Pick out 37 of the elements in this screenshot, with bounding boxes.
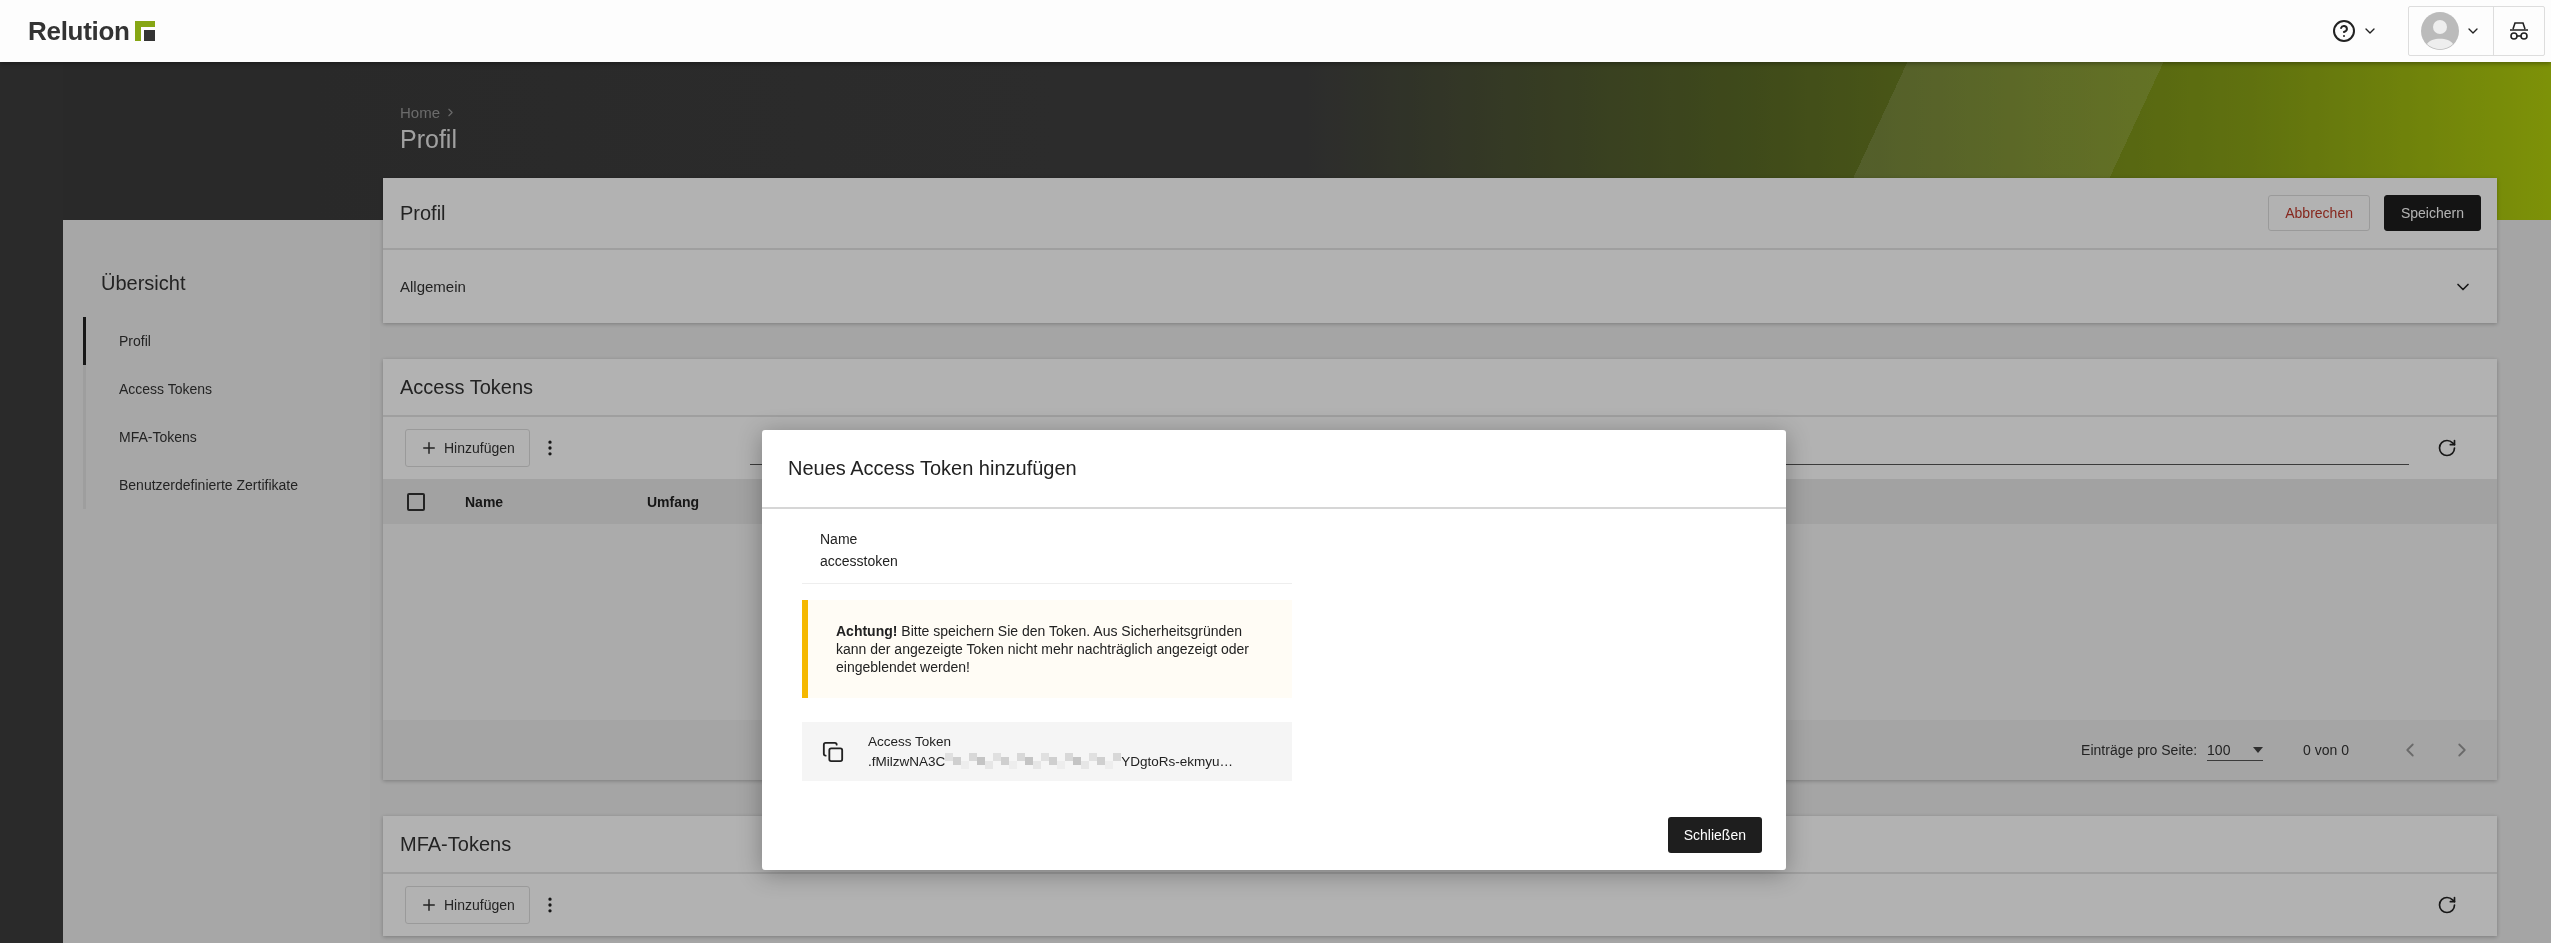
avatar-icon xyxy=(2421,12,2459,50)
logo[interactable]: Relution xyxy=(28,15,130,47)
help-icon xyxy=(2332,19,2356,43)
plus-icon xyxy=(420,439,438,457)
sidebar-title: Übersicht xyxy=(100,272,187,295)
rows-per-page-select[interactable]: 100 xyxy=(2207,739,2264,761)
name-field[interactable]: Name accesstoken xyxy=(802,531,1292,584)
sidebar-item[interactable]: Benutzerdefinierte Zertifikate xyxy=(83,461,370,509)
rows-per-page-label: Einträge pro Seite: xyxy=(2081,742,2198,758)
refresh-icon[interactable] xyxy=(2437,438,2457,458)
sidebar-item[interactable]: Profil xyxy=(83,317,370,365)
hat-glasses-icon xyxy=(2508,21,2530,41)
logo-mark-icon xyxy=(134,21,155,41)
close-button[interactable]: Schließen xyxy=(1667,817,1762,853)
dropdown-arrow-icon xyxy=(2253,746,2264,753)
save-button[interactable]: Speichern xyxy=(2383,195,2481,231)
column-header[interactable]: Name xyxy=(465,493,647,510)
add-button[interactable]: Hinzufügen xyxy=(405,429,530,467)
add-button[interactable]: Hinzufügen xyxy=(405,886,530,924)
dialog-title: Neues Access Token hinzufügen xyxy=(762,430,1786,509)
sidebar-item[interactable]: Access Tokens xyxy=(83,365,370,413)
token-label: Access Token xyxy=(868,734,953,749)
plus-icon xyxy=(420,896,438,914)
refresh-icon[interactable] xyxy=(2437,895,2457,915)
copy-icon[interactable] xyxy=(822,740,844,763)
page-title: Profil xyxy=(400,125,458,154)
cancel-button[interactable]: Abbrechen xyxy=(2268,195,2370,231)
page-range: 0 von 0 xyxy=(2303,742,2349,758)
card-title: Profil xyxy=(400,201,446,225)
sidebar-item[interactable]: MFA-Tokens xyxy=(83,413,370,461)
select-all-checkbox[interactable] xyxy=(407,492,425,511)
card-title: Access Tokens xyxy=(400,375,534,399)
card-title: MFA-Tokens xyxy=(400,832,512,856)
token-value: .fMilzwNA3C xyxy=(868,753,946,769)
warning-message: Achtung! Bitte speichern Sie den Token. Aus Sicherheitsgründen kann der angezeigte Token nicht mehr nachträglich angezeigt oder eingeblendet werden! xyxy=(802,600,1292,698)
accordion-header[interactable]: Allgemein xyxy=(383,250,2497,323)
token-value: YDgtoRs-ekmyu… xyxy=(1121,753,1234,769)
